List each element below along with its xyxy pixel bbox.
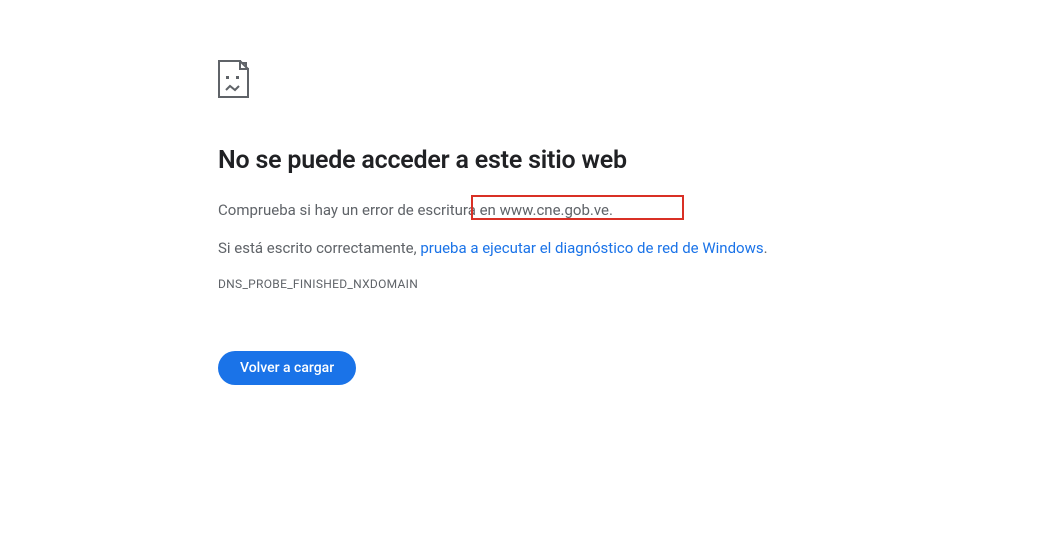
- error-line1-suffix: .: [609, 201, 613, 219]
- sad-file-icon: [218, 60, 1043, 98]
- error-check-spelling: Comprueba si hay un error de escritura e…: [218, 201, 613, 219]
- reload-button[interactable]: Volver a cargar: [218, 351, 356, 385]
- error-diagnostic-line: Si está escrito correctamente, prueba a …: [218, 239, 1043, 257]
- error-line1-prefix: Comprueba si hay un error de escritura e…: [218, 201, 500, 219]
- error-code: DNS_PROBE_FINISHED_NXDOMAIN: [218, 277, 1043, 291]
- diagnostic-link[interactable]: prueba a ejecutar el diagnóstico de red …: [420, 239, 763, 257]
- error-line2-prefix: Si está escrito correctamente,: [218, 239, 420, 257]
- error-line2-suffix: .: [764, 239, 768, 257]
- error-title: No se puede acceder a este sitio web: [218, 146, 1043, 175]
- error-domain: www.cne.gob.ve: [500, 201, 609, 219]
